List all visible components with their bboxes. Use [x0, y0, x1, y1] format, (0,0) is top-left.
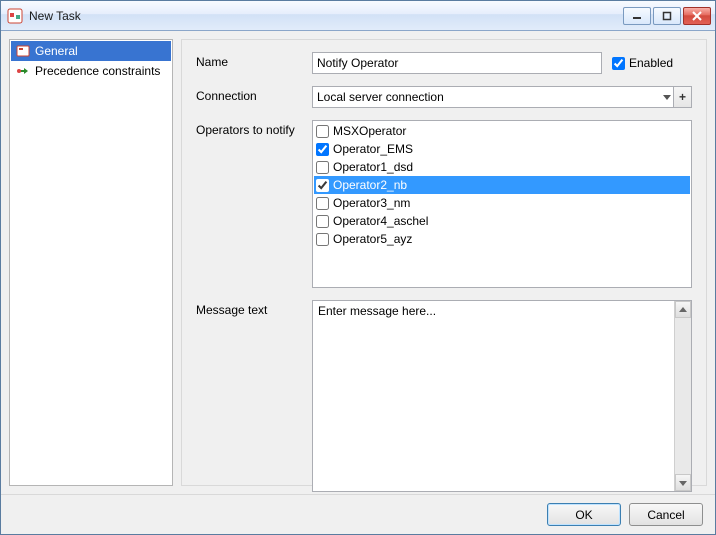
maximize-button[interactable]	[653, 7, 681, 25]
add-connection-button[interactable]: +	[674, 86, 692, 108]
precedence-icon	[15, 63, 31, 79]
operator-label: MSXOperator	[333, 124, 406, 138]
dialog-window: New Task General	[0, 0, 716, 535]
operator-label: Operator4_aschel	[333, 214, 428, 228]
operator-label: Operator_EMS	[333, 142, 413, 156]
operator-item[interactable]: Operator1_dsd	[314, 158, 690, 176]
operator-item[interactable]: MSXOperator	[314, 122, 690, 140]
operators-label: Operators to notify	[196, 120, 304, 288]
scroll-up-icon[interactable]	[675, 301, 691, 318]
operator-item[interactable]: Operator5_ayz	[314, 230, 690, 248]
ok-button[interactable]: OK	[547, 503, 621, 526]
message-textarea[interactable]	[313, 301, 674, 491]
connection-row: Local server connection +	[312, 86, 692, 108]
connection-value: Local server connection	[317, 90, 444, 104]
enabled-checkbox[interactable]: Enabled	[612, 56, 673, 70]
connection-label: Connection	[196, 86, 304, 108]
operator-label: Operator5_ayz	[333, 232, 412, 246]
operator-checkbox[interactable]	[316, 143, 329, 156]
operator-item[interactable]: Operator3_nm	[314, 194, 690, 212]
close-button[interactable]	[683, 7, 711, 25]
name-label: Name	[196, 52, 304, 74]
general-icon	[15, 43, 31, 59]
operator-checkbox[interactable]	[316, 161, 329, 174]
connection-combo[interactable]: Local server connection	[312, 86, 674, 108]
operator-checkbox[interactable]	[316, 125, 329, 138]
app-icon	[7, 8, 23, 24]
minimize-button[interactable]	[623, 7, 651, 25]
name-row: Enabled	[312, 52, 692, 74]
chevron-down-icon	[663, 90, 671, 104]
main-panel: Name Enabled Connection Local server con…	[181, 39, 707, 486]
enabled-checkbox-input[interactable]	[612, 57, 625, 70]
operator-label: Operator3_nm	[333, 196, 410, 210]
operator-label: Operator1_dsd	[333, 160, 413, 174]
sidebar: General Precedence constraints	[9, 39, 173, 486]
sidebar-item-label: General	[35, 44, 78, 58]
sidebar-item-general[interactable]: General	[11, 41, 171, 61]
operator-label: Operator2_nb	[333, 178, 407, 192]
scroll-down-icon[interactable]	[675, 474, 691, 491]
operator-item[interactable]: Operator4_aschel	[314, 212, 690, 230]
scrollbar[interactable]	[674, 301, 691, 491]
cancel-button[interactable]: Cancel	[629, 503, 703, 526]
operator-checkbox[interactable]	[316, 179, 329, 192]
footer: OK Cancel	[1, 494, 715, 534]
operator-checkbox[interactable]	[316, 233, 329, 246]
enabled-label: Enabled	[629, 56, 673, 70]
operators-listbox[interactable]: MSXOperator Operator_EMS Operator1_dsd Oper…	[312, 120, 692, 288]
message-label: Message text	[196, 300, 304, 492]
operator-checkbox[interactable]	[316, 215, 329, 228]
window-title: New Task	[29, 9, 623, 23]
name-input[interactable]	[312, 52, 602, 74]
operator-checkbox[interactable]	[316, 197, 329, 210]
titlebar: New Task	[1, 1, 715, 31]
sidebar-item-precedence[interactable]: Precedence constraints	[11, 61, 171, 81]
dialog-body: General Precedence constraints Name	[1, 31, 715, 494]
window-buttons	[623, 7, 711, 25]
sidebar-item-label: Precedence constraints	[35, 64, 160, 78]
operator-item[interactable]: Operator_EMS	[314, 140, 690, 158]
message-textarea-container	[312, 300, 692, 492]
operator-item[interactable]: Operator2_nb	[314, 176, 690, 194]
